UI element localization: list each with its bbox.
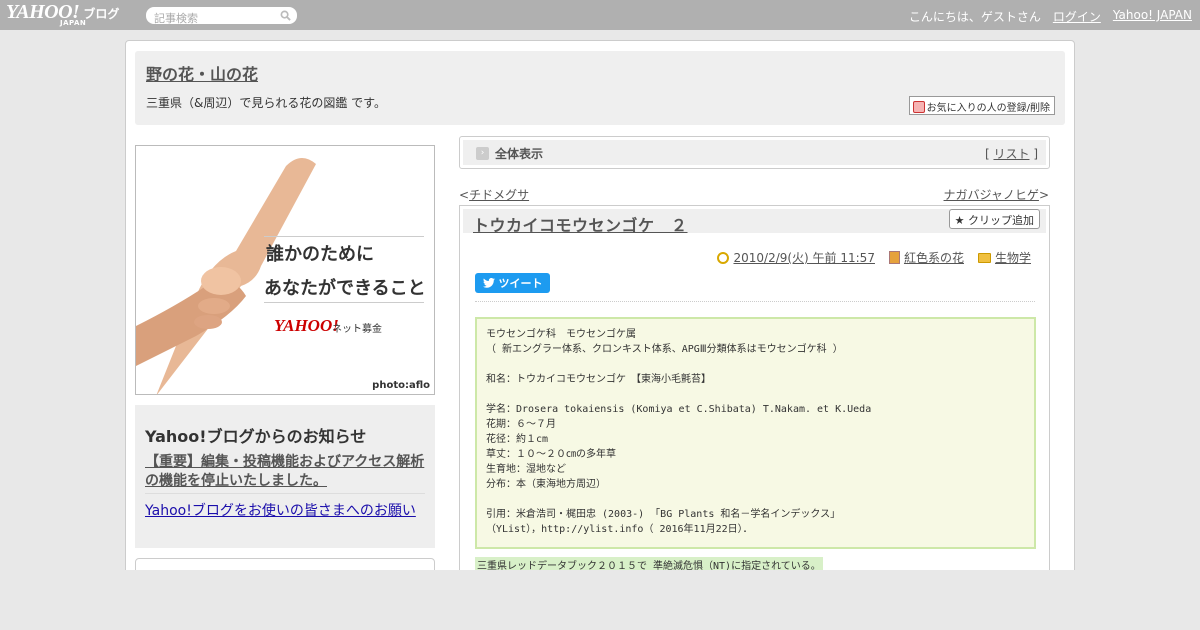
view-mode-bar: › 全体表示 [ リスト ]	[459, 136, 1050, 169]
content-line: 花期：６～７月	[486, 419, 556, 430]
favorite-register-label: お気に入りの人の登録/削除	[926, 103, 1050, 114]
content-line	[486, 387, 1025, 402]
ad-headline-1: 誰かのために	[266, 244, 374, 265]
full-view-label: 全体表示	[495, 147, 544, 161]
ad-donation-label: ネット募金	[332, 324, 382, 335]
ad-divider	[264, 302, 424, 303]
top-navigation-bar: YAHOO! JAPAN ブログ こんにちは、ゲストさん ログイン Yahoo!…	[0, 0, 1200, 30]
blog-description: 三重県（&周辺）で見られる花の図鑑 です。	[146, 96, 386, 110]
post-content-box: モウセンゴケ科 モウセンゴケ属 （ 新エングラー体系、クロンキスト体系、APGⅢ…	[475, 317, 1036, 549]
previous-post-nav: <チドメグサ	[459, 186, 529, 203]
request-notice-link[interactable]: Yahoo!ブログをお使いの皆さまへのお願い	[145, 500, 416, 520]
blog-notice-box: Yahoo!ブログからのお知らせ 【重要】編集・投稿機能およびアクセス解析の機能…	[135, 405, 435, 548]
notice-divider	[145, 493, 425, 494]
post-header: トウカイコモウセンゴケ ２ ★ クリップ追加	[463, 209, 1046, 236]
list-bracket-close: ]	[1029, 147, 1038, 161]
folder-icon	[977, 252, 991, 263]
clip-add-label: クリップ追加	[968, 214, 1034, 227]
photo-credit: photo:aflo	[372, 380, 430, 391]
heart-icon	[912, 100, 925, 113]
yahoo-logo-sub: JAPAN	[60, 19, 87, 27]
content-line	[486, 357, 1025, 372]
ad-divider	[264, 236, 424, 237]
post-category-link[interactable]: 紅色系の花	[904, 249, 964, 266]
handshake-image	[136, 158, 316, 394]
login-link[interactable]: ログイン	[1053, 8, 1101, 25]
book-icon	[888, 251, 900, 264]
post-date-link[interactable]: 2010/2/9(火) 午前 11:57	[733, 249, 874, 266]
clock-icon	[717, 251, 730, 264]
notice-title: Yahoo!ブログからのお知らせ	[145, 427, 367, 446]
list-view-toggle: [ リスト ]	[985, 145, 1038, 162]
content-line: 生育地：湿地など	[486, 464, 566, 475]
donation-ad-banner[interactable]: 誰かのために あなたができること YAHOO! ネット募金 photo:aflo	[135, 145, 435, 395]
tweet-button[interactable]: ツイート	[475, 273, 550, 293]
arrow-right-icon: ›	[476, 147, 489, 160]
previous-post-link[interactable]: チドメグサ	[469, 188, 529, 202]
next-marker: >	[1038, 188, 1049, 202]
ad-yahoo-logo: YAHOO!	[274, 316, 339, 335]
yahoo-japan-link[interactable]: Yahoo! JAPAN	[1113, 8, 1192, 25]
content-line	[486, 492, 1025, 507]
content-line: （YList），http://ylist.info（ 2016年11月22日）．	[486, 524, 753, 535]
list-view-link[interactable]: リスト	[993, 147, 1029, 161]
view-mode-inner: › 全体表示 [ リスト ]	[463, 140, 1046, 165]
content-line: 学名：Drosera tokaiensis (Komiya et C.Shiba…	[486, 404, 872, 415]
yahoo-blog-logo[interactable]: YAHOO! JAPAN ブログ	[6, 2, 120, 27]
star-icon: ★	[954, 214, 965, 227]
prev-marker: <	[459, 188, 470, 202]
content-line: 引用：米倉浩司・梶田忠 (2003-) 「BG Plants 和名－学名インデッ…	[486, 509, 841, 520]
search-icon[interactable]	[280, 10, 291, 21]
post-meta: 2010/2/9(火) 午前 11:57 紅色系の花 生物学	[717, 249, 1031, 266]
content-line: 草丈：１０～２０㎝の多年草	[486, 449, 616, 460]
post-divider	[475, 301, 1035, 302]
content-line: 分布：本（東海地方周辺）	[486, 479, 606, 490]
post-title[interactable]: トウカイコモウセンゴケ ２	[473, 212, 688, 236]
search-input[interactable]	[146, 10, 271, 27]
content-line: モウセンゴケ科 モウセンゴケ属	[486, 329, 636, 340]
post-folder-link[interactable]: 生物学	[995, 249, 1031, 266]
blog-post: トウカイコモウセンゴケ ２ ★ クリップ追加 2010/2/9(火) 午前 11…	[459, 205, 1050, 625]
post-folder: 生物学	[977, 249, 1031, 266]
content-line: 花径：約１cm	[486, 434, 549, 445]
clip-add-button[interactable]: ★ クリップ追加	[948, 209, 1040, 229]
ad-headline-2: あなたができること	[264, 278, 426, 299]
content-line: （ 新エングラー体系、クロンキスト体系、APGⅢ分類体系はモウセンゴケ科 ）	[486, 344, 843, 355]
article-search	[146, 7, 297, 27]
favorite-register-button[interactable]: お気に入りの人の登録/削除	[908, 96, 1055, 115]
page-footer-band	[0, 570, 1200, 630]
blog-logo-text: ブログ	[83, 7, 120, 21]
user-links: こんにちは、ゲストさん ログイン Yahoo! JAPAN	[909, 8, 1192, 25]
post-date: 2010/2/9(火) 午前 11:57	[717, 249, 875, 266]
important-notice-link[interactable]: 【重要】編集・投稿機能およびアクセス解析の機能を停止いたしました。	[145, 453, 427, 491]
twitter-bird-icon	[482, 278, 495, 288]
greeting-text: こんにちは、ゲストさん	[908, 10, 1041, 24]
post-category: 紅色系の花	[888, 249, 964, 266]
next-post-link[interactable]: ナガバジャノヒゲ	[944, 188, 1039, 202]
blog-title[interactable]: 野の花・山の花	[146, 61, 258, 85]
blog-header: 野の花・山の花 三重県（&周辺）で見られる花の図鑑 です。 お気に入りの人の登録…	[135, 51, 1065, 125]
page-container: 野の花・山の花 三重県（&周辺）で見られる花の図鑑 です。 お気に入りの人の登録…	[125, 40, 1075, 630]
tweet-label: ツイート	[498, 277, 543, 290]
next-post-nav: ナガバジャノヒゲ>	[944, 186, 1049, 203]
content-line: 和名：トウカイコモウセンゴケ 【東海小毛氈苔】	[486, 374, 711, 385]
